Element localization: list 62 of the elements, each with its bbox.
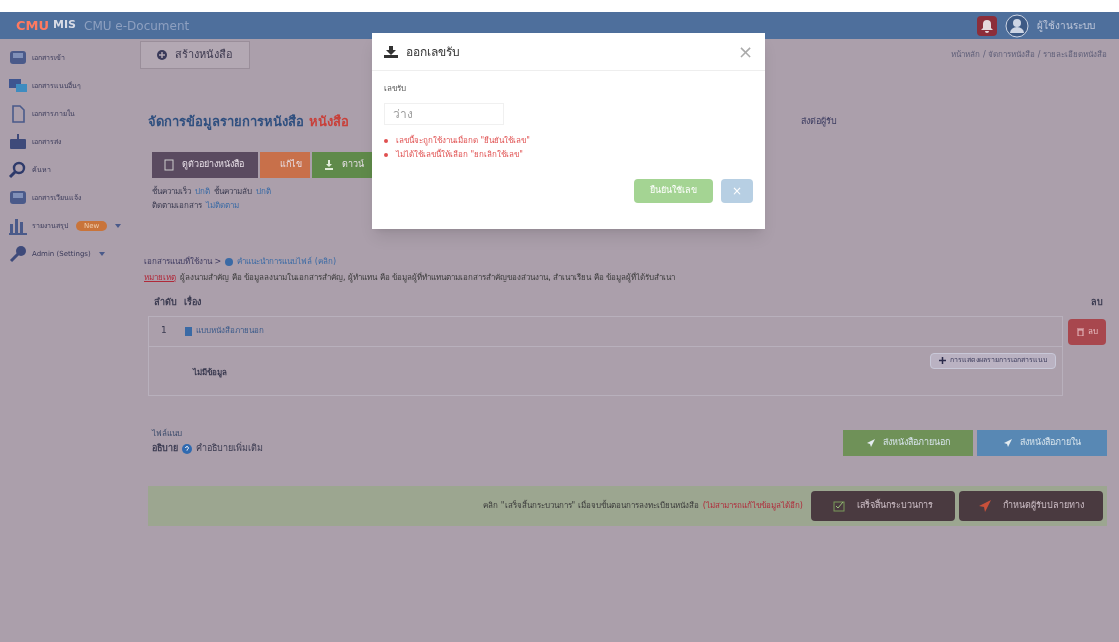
file-link[interactable]: แบบหนังสือภายนอก xyxy=(185,325,264,337)
app-title: CMU e-Document xyxy=(84,17,190,35)
search-icon xyxy=(8,160,28,180)
breadcrumb: หน้าหลัก / จัดการหนังสือ / รายละเอียดหนังสือ xyxy=(951,49,1107,61)
logo-text: CMU xyxy=(16,16,50,35)
trash-icon xyxy=(1076,327,1084,336)
meta-value: ปกติ xyxy=(256,186,271,198)
warning-note: เลขนี้จะถูกใช้งานเมื่อกด "ยืนยันใช้เลข" xyxy=(396,135,530,147)
table-cell-text: 1 xyxy=(160,324,168,338)
close-button[interactable]: × xyxy=(737,42,753,61)
bullet-icon xyxy=(384,153,388,157)
tray-icon xyxy=(8,132,28,152)
logo-text: MIS xyxy=(53,17,76,34)
check-square-icon xyxy=(833,499,845,512)
action-button[interactable]: ดูตัวอย่างหนังสือ xyxy=(152,152,258,178)
help-icon xyxy=(182,443,192,454)
section-heading: เอกสารแนบที่ใช้งาน > xyxy=(144,256,222,268)
finish-instruction: คลิก "เสร็จสิ้นกระบวนการ" เมื่อจบขั้นตอนการลงทะเบียนหนังสือ xyxy=(483,499,699,512)
field-label: ไฟล์แนบ xyxy=(152,427,183,440)
column-header: ลำดับ xyxy=(154,296,178,309)
chart-icon xyxy=(8,216,28,236)
number-input[interactable]: ว่าง xyxy=(384,103,504,125)
view-icon xyxy=(164,159,174,171)
help-link[interactable]: คำแนะนำการแนบไฟล์ (คลิก) xyxy=(237,256,337,268)
send-button[interactable]: ส่งหนังสือภายใน xyxy=(977,429,1107,456)
bullet-icon xyxy=(384,139,388,143)
meta-value: ปกติ xyxy=(195,186,210,198)
action-button[interactable]: แก้ไข xyxy=(260,152,310,178)
delete-button[interactable]: ลบ xyxy=(1068,318,1106,345)
description-text: คำอธิบายเพิ่มเติม xyxy=(196,441,263,455)
meta-label: ติดตามเอกสาร xyxy=(152,200,202,212)
plus-circle-icon xyxy=(157,50,167,60)
warning-text: (ไม่สามารถแก้ไขข้อมูลได้อีก) xyxy=(702,499,803,512)
process-button[interactable]: เสร็จสิ้นกระบวนการ xyxy=(811,490,955,521)
meta-label: ชั้นความเร็ว xyxy=(152,186,191,198)
meta-value: ไม่ติดตาม xyxy=(206,200,239,212)
process-button[interactable]: กำหนดผู้รับปลายทาง xyxy=(959,490,1103,521)
warning-note: ไม่ได้ใช้เลขนี้ให้เลือก "ยกเลิกใช้เลข" xyxy=(396,149,523,161)
note-text: ผู้ลงนามสำคัญ คือ ข้อมูลลงนามในเอกสารสำคัญ, ผู้ทำแทน คือ ข้อมูลผู้ที่ทำแทนตามเอกสารสำคัญของส่วนงาน, สำเนาเรียน คือ ข้อมูลผู้ที่ได้รับสำเนา xyxy=(180,273,676,282)
plus-icon xyxy=(939,357,946,364)
send-icon xyxy=(1003,438,1012,447)
send-icon xyxy=(978,499,991,512)
note-label: หมายเหตุ xyxy=(144,273,176,282)
bell-icon[interactable] xyxy=(977,15,997,36)
download-icon xyxy=(324,159,334,171)
description-label: อธิบาย xyxy=(152,441,178,455)
user-name[interactable]: ผู้ใช้งานระบบ xyxy=(1037,18,1095,33)
download-icon xyxy=(384,45,398,58)
column-header: ลบ xyxy=(1091,296,1103,309)
modal-title: ออกเลขรับ xyxy=(406,43,460,61)
create-tab[interactable]: สร้างหนังสือ xyxy=(140,41,250,69)
empty-message: ไม่มีข้อมูล xyxy=(193,366,227,379)
info-icon xyxy=(225,258,234,266)
column-header: เรื่อง xyxy=(184,296,201,309)
page-title: จัดการข้อมูลรายการหนังสือ หนังสือ xyxy=(148,113,349,132)
meta-label: ชั้นความลับ xyxy=(214,186,252,198)
file-icon xyxy=(185,326,192,336)
avatar-icon[interactable] xyxy=(1005,13,1029,38)
field-label: เลขรับ xyxy=(384,83,407,95)
send-icon xyxy=(866,438,875,447)
send-button[interactable]: ส่งหนังสือภายนอก xyxy=(843,429,973,456)
forward-link[interactable]: ส่งต่อผู้รับ xyxy=(801,115,837,129)
